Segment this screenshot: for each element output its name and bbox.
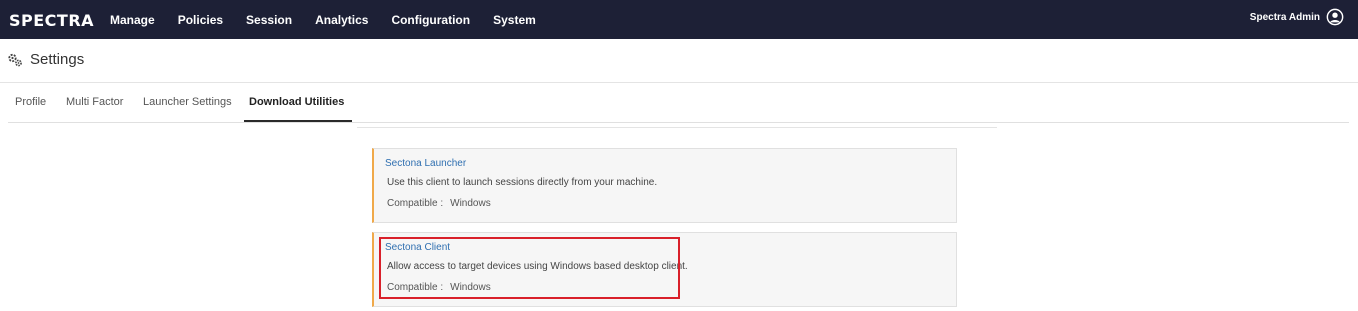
active-tab-indicator (244, 120, 352, 122)
nav-manage[interactable]: Manage (110, 13, 155, 27)
page-header: Settings (0, 39, 1358, 83)
utility-title-link[interactable]: Sectona Launcher (385, 158, 466, 169)
nav-policies[interactable]: Policies (178, 13, 223, 27)
nav-session[interactable]: Session (246, 13, 292, 27)
brand-logo[interactable]: SPECTRA (9, 11, 94, 30)
content-divider (357, 127, 997, 128)
tab-profile[interactable]: Profile (15, 96, 46, 108)
utility-card-launcher: Sectona Launcher Use this client to laun… (372, 148, 957, 223)
user-avatar-icon[interactable] (1326, 8, 1344, 26)
compat-value: Windows (450, 198, 491, 209)
compat-label: Compatible : (387, 198, 444, 209)
utility-compatibility: Compatible : Windows (387, 198, 491, 209)
main-nav: Manage Policies Session Analytics Config… (110, 0, 559, 39)
user-menu[interactable]: Spectra Admin (1250, 8, 1344, 26)
nav-analytics[interactable]: Analytics (315, 13, 368, 27)
nav-system[interactable]: System (493, 13, 536, 27)
page-title: Settings (30, 51, 85, 68)
settings-tabs: Profile Multi Factor Launcher Settings D… (8, 85, 1349, 123)
top-navbar: SPECTRA Manage Policies Session Analytic… (0, 0, 1358, 39)
settings-gears-icon (8, 53, 22, 67)
tab-launcher-settings[interactable]: Launcher Settings (143, 96, 232, 108)
nav-configuration[interactable]: Configuration (391, 13, 470, 27)
utility-description: Use this client to launch sessions direc… (387, 177, 658, 188)
tab-multi-factor[interactable]: Multi Factor (66, 96, 123, 108)
tab-download-utilities[interactable]: Download Utilities (249, 96, 344, 108)
user-name[interactable]: Spectra Admin (1250, 12, 1320, 23)
highlight-box (379, 237, 680, 299)
